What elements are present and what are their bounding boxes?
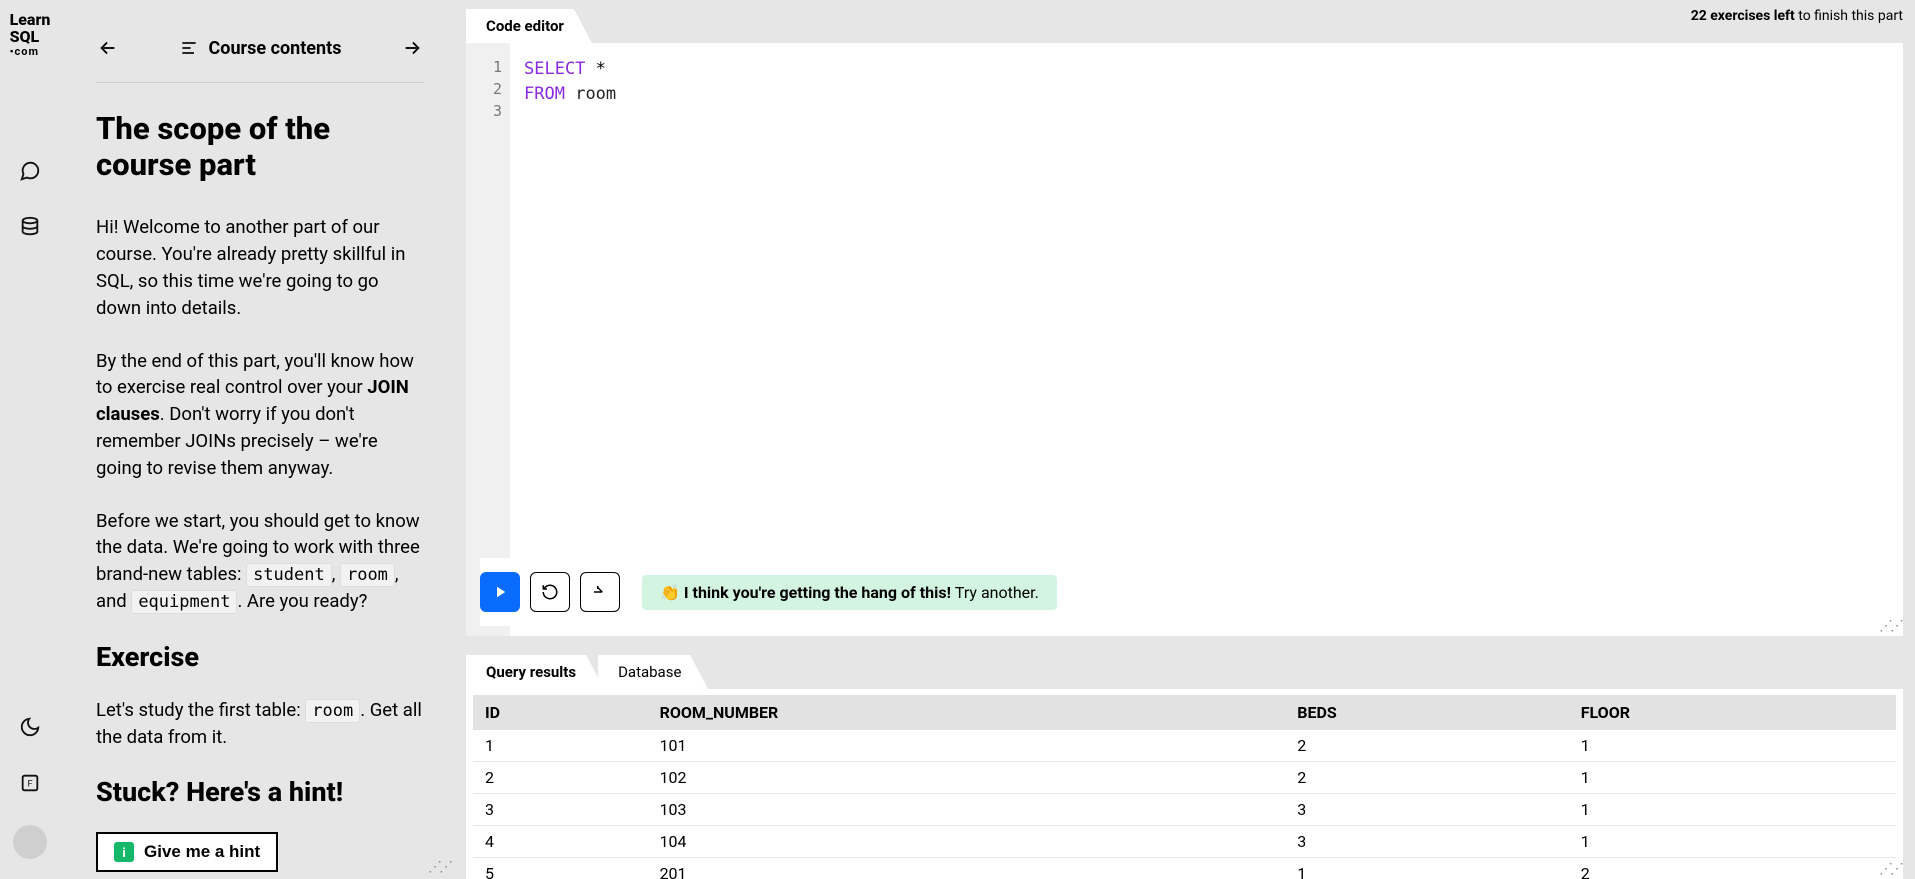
editor-block: Code editor 1 2 3 SELECT * FROM room — [466, 8, 1903, 636]
col-beds: BEDS — [1285, 695, 1569, 730]
exercise-p1: Let's study the first table: room. Get a… — [96, 697, 424, 751]
table-header-row: ID ROOM_NUMBER BEDS FLOOR — [473, 695, 1896, 730]
lesson-resize-handle[interactable]: ⋰⋰ — [428, 859, 450, 875]
results-table: ID ROOM_NUMBER BEDS FLOOR 11012121022131… — [473, 695, 1896, 879]
editor-surface: 1 2 3 SELECT * FROM room 👏 I think you'r… — [466, 43, 1903, 636]
dark-mode-icon[interactable] — [16, 713, 44, 741]
results-block: Query results Database ID ROOM_NUMBER BE… — [466, 654, 1903, 879]
next-lesson-button[interactable] — [400, 36, 424, 60]
lesson-panel: Course contents The scope of the course … — [60, 0, 454, 879]
reset-button[interactable] — [530, 572, 570, 612]
tab-code-editor[interactable]: Code editor — [466, 9, 592, 43]
lesson-body: Hi! Welcome to another part of our cours… — [96, 214, 424, 879]
logo-l2: SQL — [10, 29, 51, 46]
code-input[interactable]: SELECT * FROM room — [510, 43, 630, 636]
table-row: 410431 — [473, 826, 1896, 858]
icon-rail: Learn SQL •com F — [0, 0, 60, 879]
chat-icon[interactable] — [16, 157, 44, 185]
inline-code-room: room — [340, 563, 395, 587]
lesson-nav: Course contents — [96, 10, 424, 83]
editor-tab-row: Code editor — [466, 8, 1903, 43]
inline-code-equipment: equipment — [131, 590, 237, 614]
focus-icon[interactable]: F — [16, 769, 44, 797]
exercise-heading: Exercise — [96, 641, 424, 673]
table-row: 110121 — [473, 730, 1896, 762]
tab-query-results[interactable]: Query results — [466, 655, 604, 689]
clap-icon: 👏 — [660, 583, 680, 602]
lesson-p1: Hi! Welcome to another part of our cours… — [96, 214, 424, 321]
feedback-message: 👏 I think you're getting the hang of thi… — [642, 575, 1057, 610]
lesson-p2: By the end of this part, you'll know how… — [96, 348, 424, 482]
results-surface: ID ROOM_NUMBER BEDS FLOOR 11012121022131… — [466, 689, 1903, 879]
prev-lesson-button[interactable] — [96, 36, 120, 60]
give-hint-label: Give me a hint — [144, 842, 260, 862]
table-row: 520112 — [473, 858, 1896, 879]
results-tab-row: Query results Database — [466, 654, 1903, 689]
line-gutter: 1 2 3 — [466, 43, 510, 636]
run-button[interactable] — [480, 572, 520, 612]
lesson-p3: Before we start, you should get to know … — [96, 508, 424, 615]
results-resize-handle[interactable]: ⋰⋰ — [1879, 861, 1901, 877]
table-row: 210221 — [473, 762, 1896, 794]
inline-code-student: student — [246, 563, 332, 587]
avatar[interactable] — [13, 825, 47, 859]
course-contents-label: Course contents — [209, 38, 342, 59]
give-hint-button[interactable]: i Give me a hint — [96, 832, 278, 872]
lesson-title: The scope of the course part — [96, 111, 424, 182]
table-row: 310331 — [473, 794, 1896, 826]
list-icon — [179, 38, 199, 58]
main-area: 22 exercises left to finish this part Co… — [454, 0, 1915, 879]
inline-code-room-ex: room — [305, 699, 360, 723]
logo[interactable]: Learn SQL •com — [10, 12, 51, 57]
col-floor: FLOOR — [1569, 695, 1896, 730]
run-bar: 👏 I think you're getting the hang of thi… — [480, 558, 1889, 626]
course-contents-link[interactable]: Course contents — [179, 38, 342, 59]
info-icon: i — [114, 842, 134, 862]
col-id: ID — [473, 695, 648, 730]
tab-database[interactable]: Database — [598, 655, 708, 689]
logo-l3: •com — [10, 46, 51, 58]
svg-text:F: F — [27, 780, 32, 790]
database-icon[interactable] — [16, 213, 44, 241]
editor-resize-handle[interactable]: ⋰⋰ — [1879, 618, 1901, 634]
next-exercise-button[interactable] — [580, 572, 620, 612]
hint-heading: Stuck? Here's a hint! — [96, 776, 424, 808]
col-room-number: ROOM_NUMBER — [648, 695, 1286, 730]
